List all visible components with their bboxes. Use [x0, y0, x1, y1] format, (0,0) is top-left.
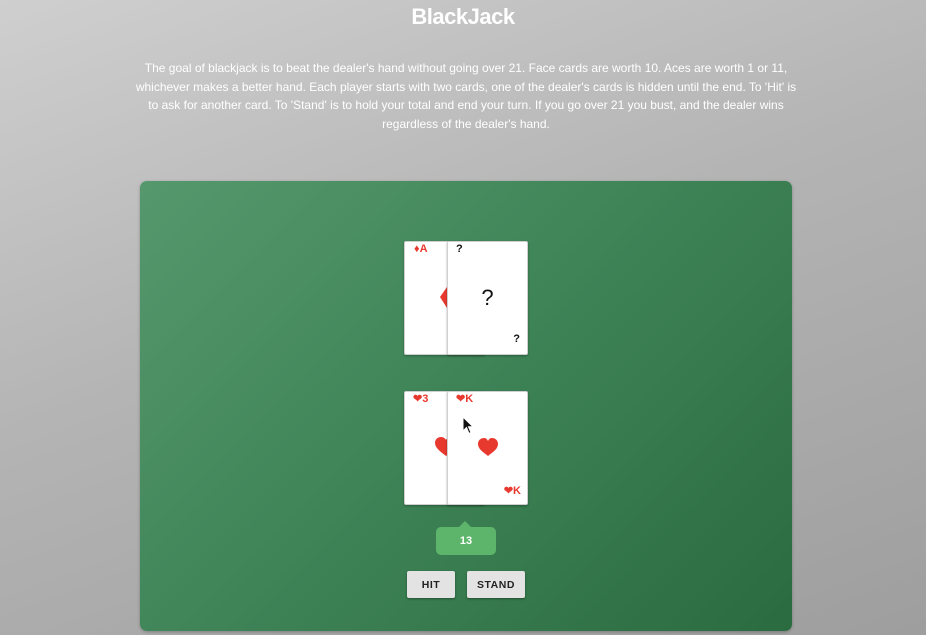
dealer-card-hidden: ? ? ?: [447, 241, 528, 355]
hit-button[interactable]: HIT: [407, 571, 455, 598]
card-corner-label-bottom: ?: [513, 333, 520, 345]
player-card-king-hearts: ❤K ❤K: [447, 391, 528, 505]
page-title: BlackJack: [411, 4, 515, 29]
player-score-badge: 13: [436, 521, 496, 555]
rules-text: The goal of blackjack is to beat the dea…: [135, 61, 797, 131]
stand-button[interactable]: STAND: [467, 571, 525, 598]
mouse-cursor-icon: [462, 415, 475, 440]
card-corner-label-bottom: ❤K: [503, 485, 521, 497]
